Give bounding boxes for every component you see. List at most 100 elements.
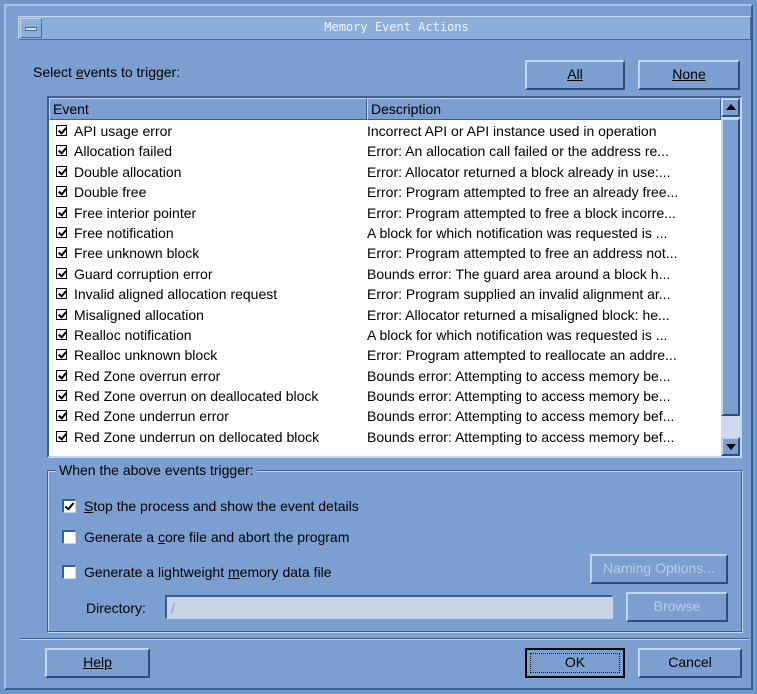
event-name: Realloc notification	[74, 326, 192, 343]
event-description: Bounds error: Attempting to access memor…	[367, 388, 671, 405]
row-checkbox[interactable]	[56, 288, 67, 300]
event-description: Error: Allocator returned a misaligned b…	[367, 306, 670, 323]
event-description: Bounds error: Attempting to access memor…	[367, 408, 675, 425]
table-row[interactable]: Red Zone underrun error Bounds error: Att…	[49, 406, 721, 426]
separator	[20, 638, 749, 640]
table-row[interactable]: Misaligned allocation Error: Allocator re…	[49, 305, 721, 325]
event-name: Free interior pointer	[74, 204, 197, 221]
dialog-window: Memory Event Actions Select events to tr…	[4, 4, 753, 690]
none-button[interactable]: None	[638, 60, 740, 90]
row-checkbox[interactable]	[56, 226, 67, 238]
stop-process-checkbox[interactable]	[62, 499, 76, 513]
arrow-up-icon	[726, 104, 736, 110]
browse-button[interactable]: Browse	[626, 592, 728, 622]
row-checkbox[interactable]	[56, 145, 67, 157]
help-button[interactable]: Help	[45, 648, 150, 678]
table-row[interactable]: Red Zone underrun on dellocated block Bou…	[49, 427, 721, 447]
core-file-label[interactable]: Generate a core file and abort the progr…	[84, 529, 349, 545]
event-description: Error: An allocation call failed or the …	[367, 143, 669, 160]
table-row[interactable]: Free notification A block for which notif…	[49, 223, 721, 243]
row-checkbox[interactable]	[56, 430, 67, 442]
event-name: Red Zone overrun error	[74, 367, 221, 384]
row-checkbox[interactable]	[56, 206, 67, 218]
column-header-description[interactable]: Description	[367, 98, 721, 120]
scroll-down-button[interactable]	[721, 437, 740, 456]
event-description: A block for which notification was reque…	[367, 224, 668, 241]
event-description: Error: Program attempted to reallocate a…	[367, 347, 677, 364]
event-description: Bounds error: The guard area around a bl…	[367, 265, 671, 282]
window-title: Memory Event Actions	[324, 20, 469, 34]
row-checkbox[interactable]	[56, 125, 67, 136]
event-name: Double free	[74, 184, 147, 201]
table-row[interactable]: Allocation failed Error: An allocation ca…	[49, 141, 721, 161]
list-header: Event Description	[49, 98, 721, 120]
lightweight-memory-checkbox[interactable]	[62, 565, 76, 579]
event-description: Error: Program attempted to free an addr…	[367, 245, 678, 262]
table-row[interactable]: API usage error Incorrect API or API inst…	[49, 121, 721, 141]
table-row[interactable]: Free interior pointer Error: Program atte…	[49, 203, 721, 223]
scroll-up-button[interactable]	[721, 98, 740, 117]
core-file-checkbox[interactable]	[62, 530, 76, 544]
event-description: Bounds error: Attempting to access memor…	[367, 367, 671, 384]
event-name: Misaligned allocation	[74, 306, 204, 323]
event-name: Invalid aligned allocation request	[74, 286, 278, 303]
group-title: When the above events trigger:	[56, 462, 257, 478]
table-row[interactable]: Realloc unknown block Error: Program atte…	[49, 345, 721, 365]
event-description: Error: Program attempted to free an alre…	[367, 184, 679, 201]
ok-button[interactable]: OK	[525, 648, 625, 678]
row-checkbox[interactable]	[56, 328, 67, 340]
column-header-event[interactable]: Event	[49, 98, 367, 120]
event-description: Error: Allocator returned a block alread…	[367, 163, 671, 180]
row-checkbox[interactable]	[56, 369, 67, 381]
event-name: Red Zone overrun on deallocated block	[74, 388, 319, 405]
table-row[interactable]: Double allocation Error: Allocator return…	[49, 162, 721, 182]
lightweight-memory-label[interactable]: Generate a lightweight memory data file	[84, 564, 331, 580]
window-menu-button[interactable]	[20, 18, 42, 38]
window-menu-icon	[25, 27, 37, 31]
event-description: Error: Program attempted to free a block…	[367, 204, 676, 221]
focus-ring	[530, 653, 620, 673]
title-bar[interactable]: Memory Event Actions	[18, 16, 751, 40]
row-checkbox[interactable]	[56, 410, 67, 422]
table-row[interactable]: Invalid aligned allocation request Error:…	[49, 284, 721, 304]
directory-field[interactable]	[165, 595, 613, 619]
event-rows: API usage error Incorrect API or API inst…	[49, 121, 721, 447]
event-name: Red Zone underrun error	[74, 408, 229, 425]
event-name: Allocation failed	[74, 143, 173, 160]
row-checkbox[interactable]	[56, 349, 67, 361]
dialog-body: Select events to trigger: All None Event…	[20, 42, 749, 686]
table-row[interactable]: Red Zone overrun error Bounds error: Atte…	[49, 366, 721, 386]
stop-process-label[interactable]: Stop the process and show the event deta…	[84, 498, 359, 514]
event-description: Incorrect API or API instance used in op…	[367, 123, 657, 139]
table-row[interactable]: Free unknown block Error: Program attempt…	[49, 243, 721, 263]
table-row[interactable]: Red Zone overrun on deallocated block Bou…	[49, 386, 721, 406]
event-name: Realloc unknown block	[74, 347, 218, 364]
event-name: Double allocation	[74, 163, 182, 180]
all-button[interactable]: All	[525, 60, 625, 90]
event-description: Error: Program supplied an invalid align…	[367, 286, 671, 303]
vertical-scrollbar[interactable]	[721, 98, 740, 456]
scroll-thumb[interactable]	[721, 118, 740, 416]
row-checkbox[interactable]	[56, 390, 67, 402]
row-checkbox[interactable]	[56, 308, 67, 320]
arrow-down-icon	[726, 444, 736, 450]
row-checkbox[interactable]	[56, 267, 67, 279]
table-row[interactable]: Double free Error: Program attempted to f…	[49, 182, 721, 202]
directory-label: Directory:	[86, 600, 146, 616]
cancel-button[interactable]: Cancel	[638, 648, 742, 678]
event-name: Free unknown block	[74, 245, 200, 262]
naming-options-button[interactable]: Naming Options...	[590, 554, 728, 584]
table-row[interactable]: Realloc notification A block for which no…	[49, 325, 721, 345]
event-name: Guard corruption error	[74, 265, 213, 282]
event-name: Free notification	[74, 224, 174, 241]
row-checkbox[interactable]	[56, 165, 67, 177]
events-list[interactable]: Event Description API usage error Incorre…	[47, 96, 742, 458]
event-description: Bounds error: Attempting to access memor…	[367, 428, 675, 445]
row-checkbox[interactable]	[56, 186, 67, 198]
event-description: A block for which notification was reque…	[367, 326, 668, 343]
event-name: API usage error	[74, 123, 173, 139]
select-events-label: Select events to trigger:	[33, 64, 181, 80]
row-checkbox[interactable]	[56, 247, 67, 259]
table-row[interactable]: Guard corruption error Bounds error: The …	[49, 264, 721, 284]
event-name: Red Zone underrun on dellocated block	[74, 428, 320, 445]
